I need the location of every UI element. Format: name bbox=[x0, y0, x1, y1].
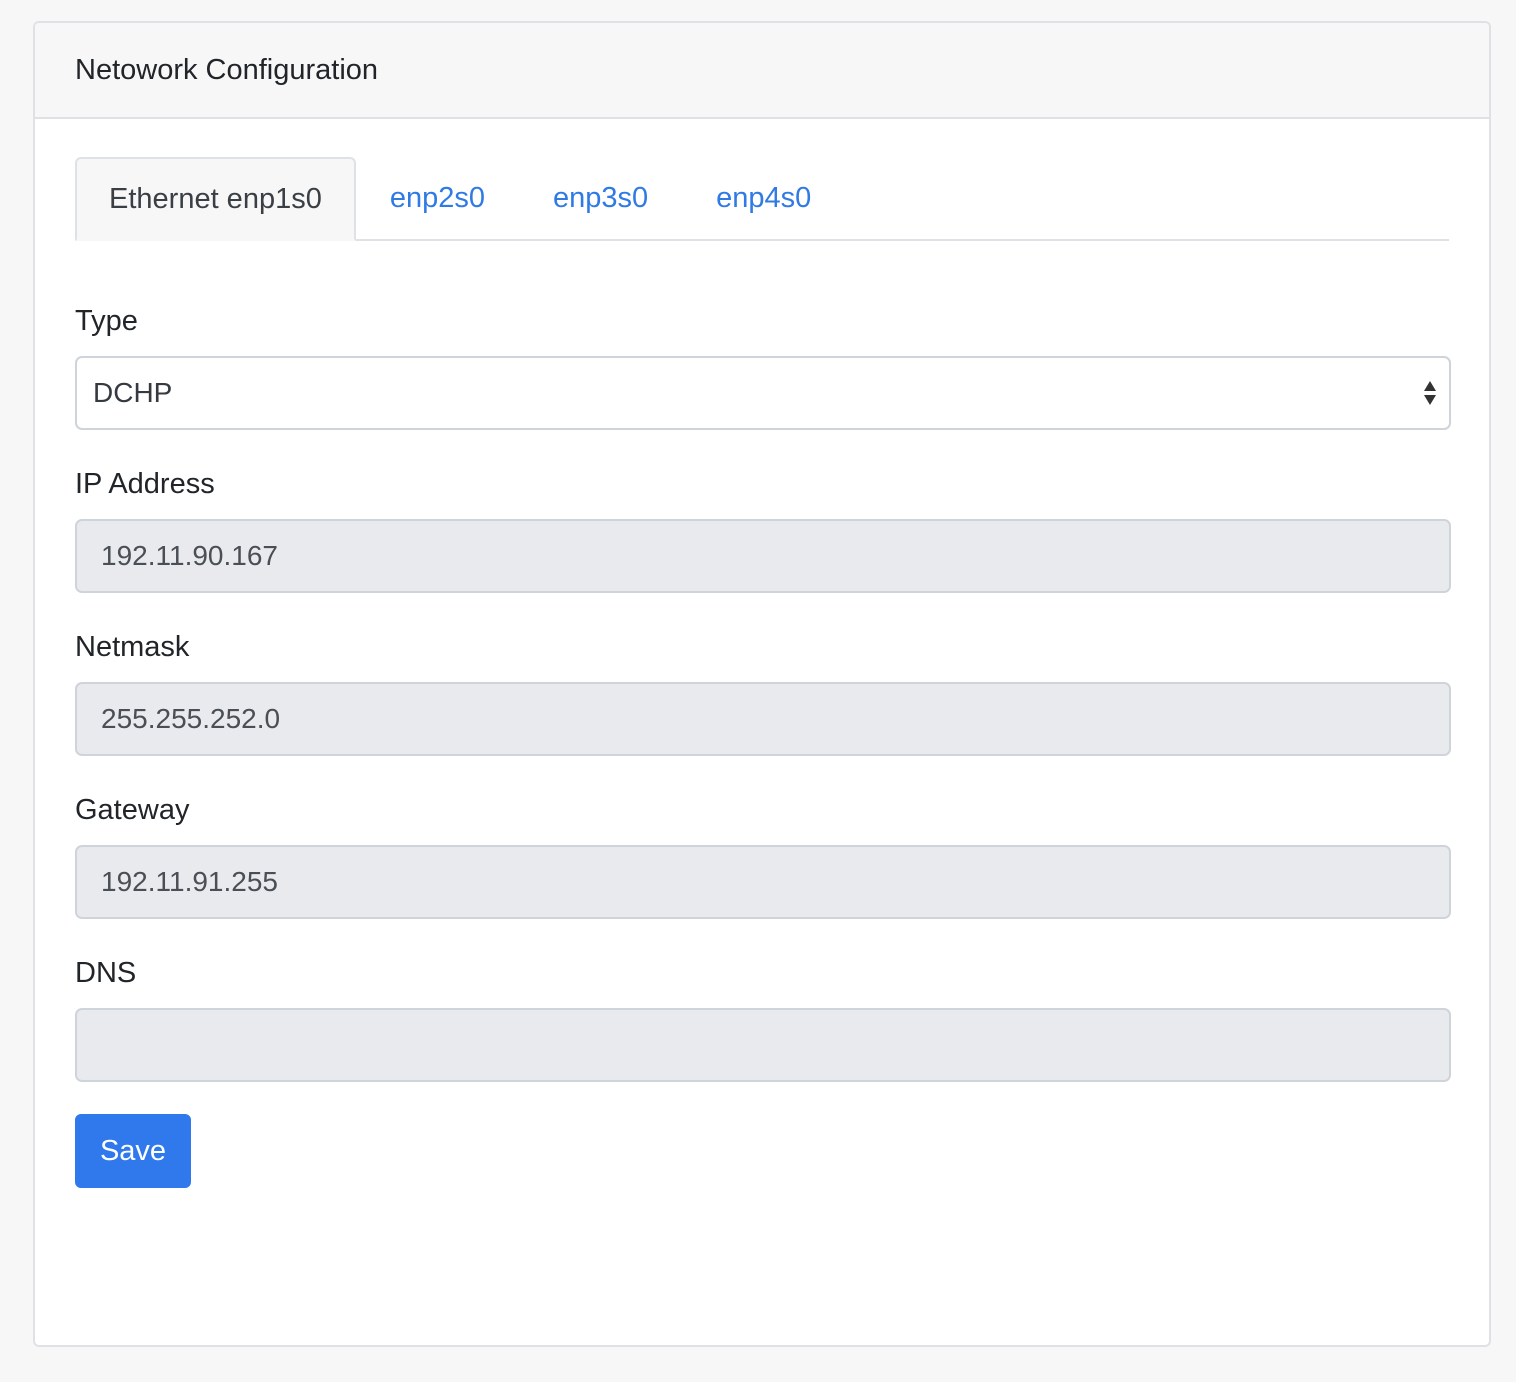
ip-address-field[interactable]: 192.11.90.167 bbox=[75, 519, 1451, 593]
card-title: Netowork Configuration bbox=[75, 53, 379, 86]
card-header: Netowork Configuration bbox=[35, 23, 1489, 119]
netmask-value: 255.255.252.0 bbox=[101, 703, 281, 734]
tab-label: enp4s0 bbox=[716, 181, 812, 214]
type-select[interactable]: DCHP bbox=[75, 356, 1451, 430]
dns-field[interactable] bbox=[75, 1008, 1451, 1082]
tab-enp2s0[interactable]: enp2s0 bbox=[356, 157, 519, 239]
card-body: Ethernet enp1s0 enp2s0 enp3s0 enp4s0 Typ… bbox=[35, 119, 1489, 1188]
interface-tabs: Ethernet enp1s0 enp2s0 enp3s0 enp4s0 bbox=[75, 157, 1449, 241]
dns-label: DNS bbox=[75, 957, 137, 989]
tab-label: enp2s0 bbox=[389, 181, 485, 214]
gateway-label: Gateway bbox=[75, 794, 190, 826]
netmask-label: Netmask bbox=[75, 631, 190, 663]
network-config-card: Netowork Configuration Ethernet enp1s0 e… bbox=[33, 21, 1491, 1347]
sort-arrows-icon bbox=[1424, 381, 1436, 405]
tab-label: Ethernet enp1s0 bbox=[109, 182, 322, 215]
tab-label: enp3s0 bbox=[552, 181, 649, 214]
ip-address-label: IP Address bbox=[75, 468, 215, 500]
type-label: Type bbox=[75, 305, 138, 337]
ip-address-value: 192.11.90.167 bbox=[101, 540, 278, 571]
save-button[interactable]: Save bbox=[75, 1114, 191, 1188]
tab-enp1s0[interactable]: Ethernet enp1s0 bbox=[75, 157, 356, 241]
gateway-field[interactable]: 192.11.91.255 bbox=[75, 845, 1451, 919]
tab-enp4s0[interactable]: enp4s0 bbox=[682, 157, 845, 239]
tab-enp3s0[interactable]: enp3s0 bbox=[519, 157, 682, 239]
gateway-value: 192.11.91.255 bbox=[101, 866, 278, 897]
type-select-value: DCHP bbox=[93, 377, 173, 408]
netmask-field[interactable]: 255.255.252.0 bbox=[75, 682, 1451, 756]
